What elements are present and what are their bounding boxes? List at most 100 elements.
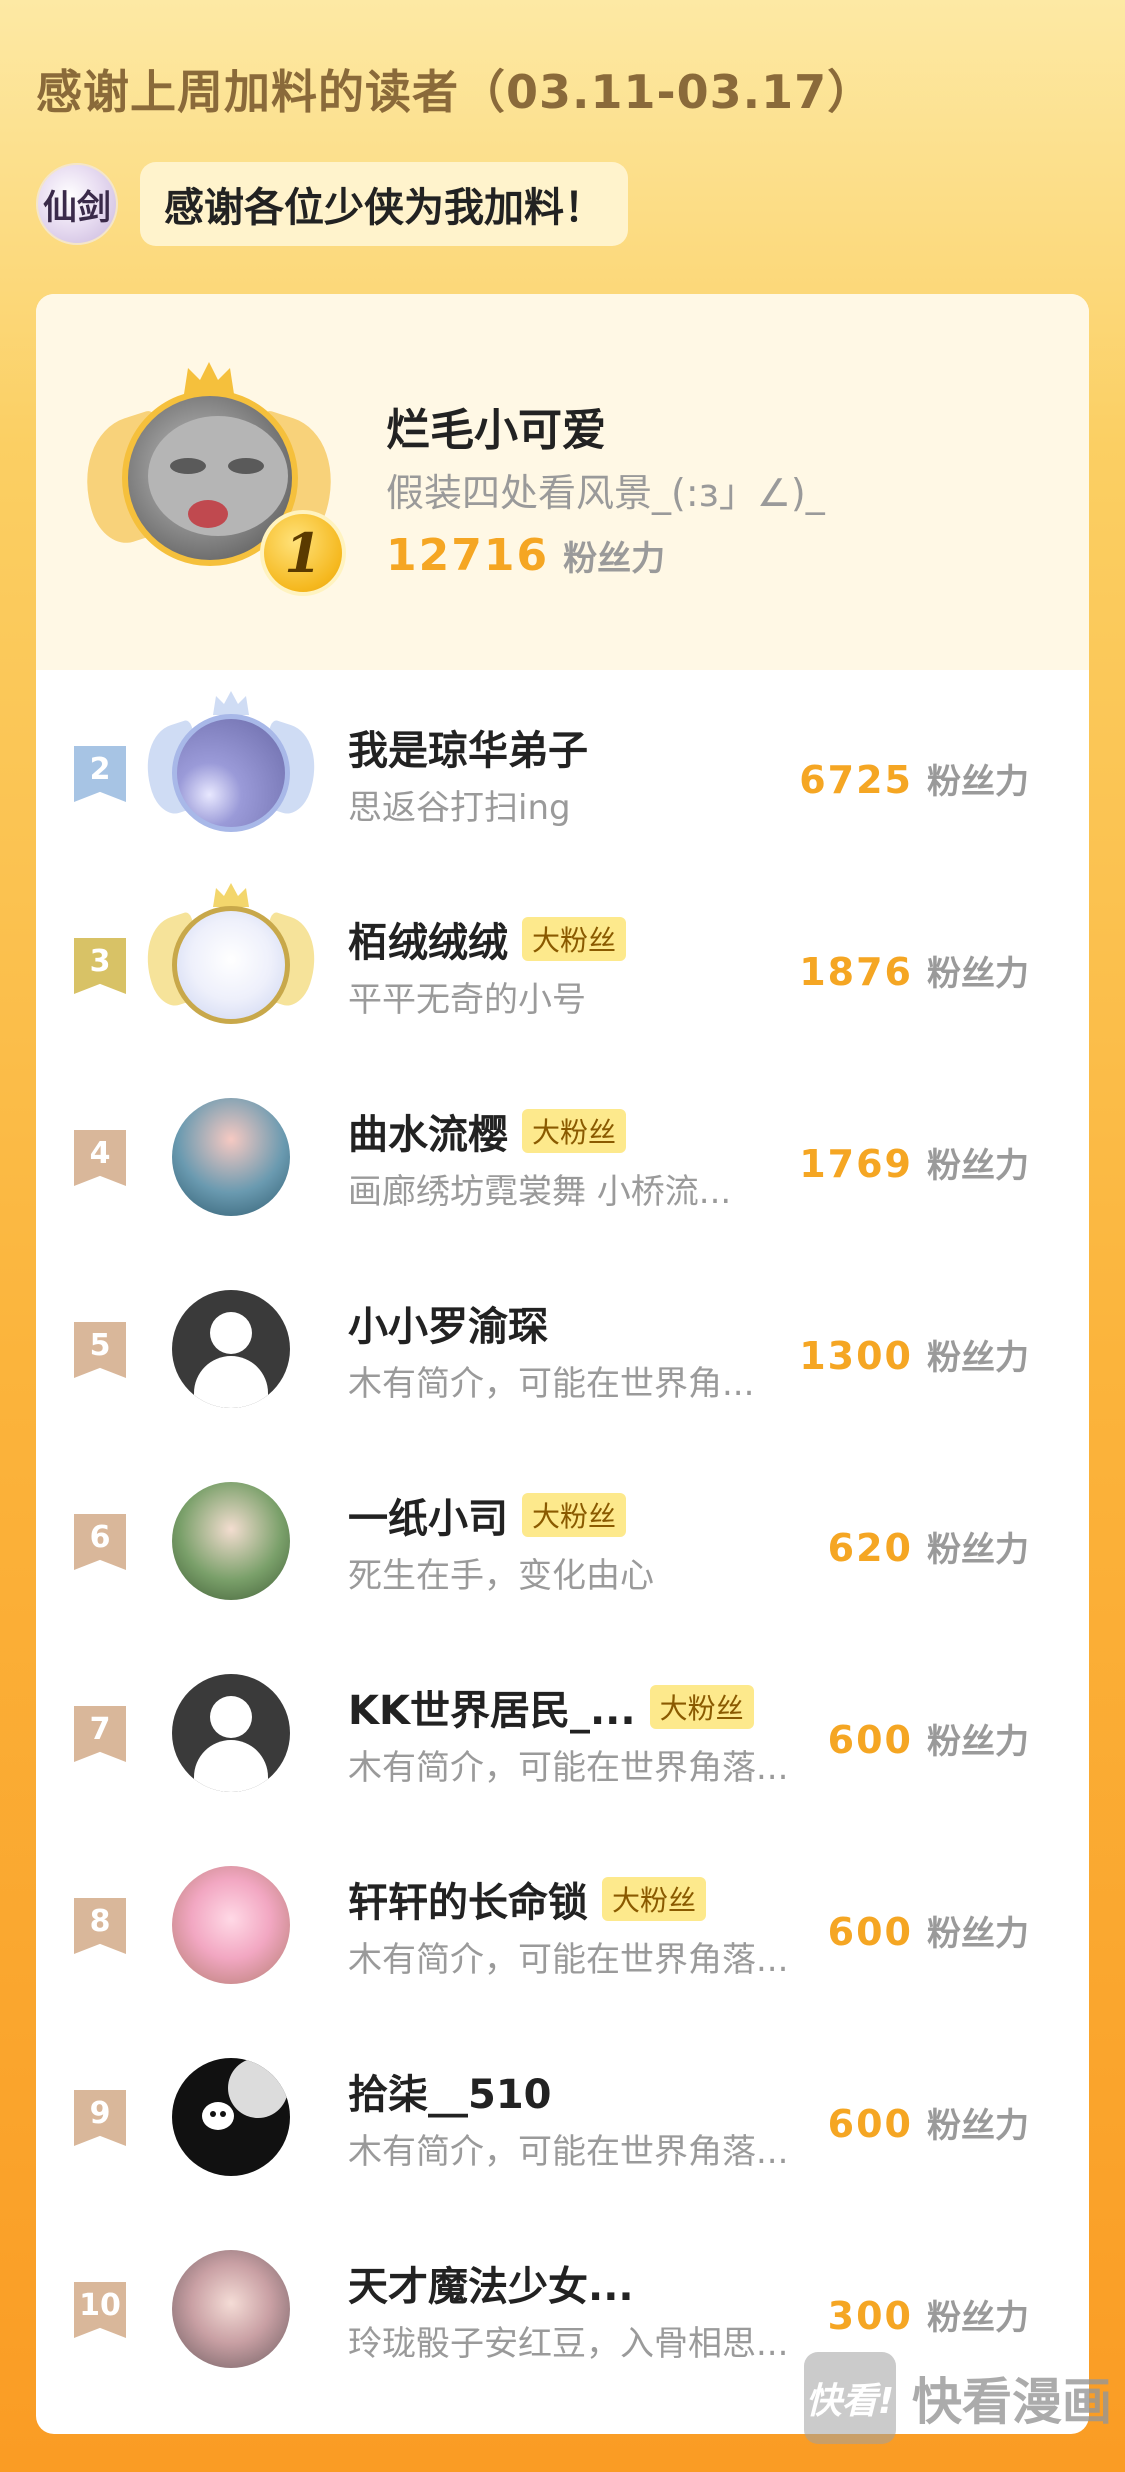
fan-bio: 画廊绣坊霓裳舞 小桥流... [348, 1172, 732, 1212]
crown-icon [213, 691, 249, 715]
avatar-frame [146, 1472, 316, 1612]
fan-score-unit: 粉丝力 [927, 762, 1029, 802]
fan-row[interactable]: 2 我是琼华弟子 思返谷打扫ing 6725 粉丝力 [36, 670, 1089, 862]
fan-name-row: 我是琼华弟子 [348, 718, 588, 776]
rank-flag: 5 [74, 1322, 126, 1378]
fan-name-row: 栢绒绒绒 大粉丝 [348, 910, 627, 968]
fan-bio: 平平无奇的小号 [348, 980, 586, 1020]
fan-name: KK世界居民_... [348, 1688, 636, 1734]
top-fan-score-row: 12716 粉丝力 [386, 530, 665, 581]
fan-row[interactable]: 9 拾柒__510 木有简介，可能在世界角落... 600 粉丝力 [36, 2014, 1089, 2206]
top-fan-score: 12716 [386, 530, 550, 581]
fan-name: 拾柒__510 [348, 2072, 552, 2118]
watermark-text: 快看漫画 [912, 2373, 1112, 2431]
fan-score: 600 [827, 1718, 913, 1762]
fan-row[interactable]: 8 轩轩的长命锁 大粉丝 木有简介，可能在世界角落... 600 粉丝力 [36, 1822, 1089, 2014]
fan-score-box: 600 粉丝力 [828, 1906, 1029, 1955]
app-watermark: 快看! 快看漫画 [804, 2352, 1112, 2444]
author-avatar[interactable]: 仙剑 [36, 163, 118, 245]
author-message-row: 仙剑 感谢各位少侠为我加料！ [36, 160, 628, 248]
fan-bio: 木有简介，可能在世界角落... [348, 2132, 789, 2172]
fan-score: 300 [827, 2294, 913, 2338]
author-message-bubble: 感谢各位少侠为我加料！ [140, 162, 628, 246]
fan-score: 1300 [799, 1334, 913, 1378]
fan-score: 1876 [799, 950, 913, 994]
page-title: 感谢上周加料的读者（03.11-03.17） [36, 65, 875, 119]
fan-bio: 玲珑骰子安红豆，入骨相思... [348, 2324, 789, 2364]
default-avatar-icon[interactable] [172, 1290, 290, 1408]
fan-score-unit: 粉丝力 [927, 954, 1029, 994]
avatar-frame [146, 1664, 316, 1804]
fan-score-box: 1769 粉丝力 [799, 1138, 1029, 1187]
fan-score-box: 1300 粉丝力 [799, 1330, 1029, 1379]
fan-bio: 木有简介，可能在世界角落... [348, 1940, 789, 1980]
avatar-frame [146, 1088, 316, 1228]
rank-flag: 8 [74, 1898, 126, 1954]
fan-name: 轩轩的长命锁 [348, 1880, 588, 1926]
fan-score-unit: 粉丝力 [927, 2106, 1029, 2146]
fan-bio: 木有简介，可能在世界角落... [348, 1748, 789, 1788]
fan-score: 600 [827, 1910, 913, 1954]
fan-row[interactable]: 7 KK世界居民_... 大粉丝 木有简介，可能在世界角落... 600 粉丝力 [36, 1630, 1089, 1822]
avatar[interactable] [172, 2250, 290, 2368]
fan-row[interactable]: 3 栢绒绒绒 大粉丝 平平无奇的小号 1876 粉丝力 [36, 862, 1089, 1054]
rank-1-medal: 1 [260, 510, 346, 596]
fan-name-row: 轩轩的长命锁 大粉丝 [348, 1870, 707, 1928]
crown-icon [213, 883, 249, 907]
fan-score-unit: 粉丝力 [927, 1914, 1029, 1954]
fan-name: 天才魔法少女... [348, 2264, 634, 2310]
fan-score: 1769 [799, 1142, 913, 1186]
avatar-frame [146, 2240, 316, 2380]
avatar-frame [134, 883, 328, 1036]
default-avatar-icon[interactable] [172, 1674, 290, 1792]
rank-flag: 4 [74, 1130, 126, 1186]
avatar[interactable] [172, 1482, 290, 1600]
top-fan-name: 烂毛小可爱 [386, 405, 606, 456]
fan-list: 2 我是琼华弟子 思返谷打扫ing 6725 粉丝力 3 栢绒绒绒 大粉丝 平平… [36, 670, 1089, 2398]
fan-bio: 死生在手，变化由心 [348, 1556, 654, 1596]
fan-score-unit: 粉丝力 [927, 1146, 1029, 1186]
fan-bio: 木有简介，可能在世界角... [348, 1364, 755, 1404]
fan-score-box: 1876 粉丝力 [799, 946, 1029, 995]
fan-score-unit: 粉丝力 [927, 1530, 1029, 1570]
fan-name: 我是琼华弟子 [348, 728, 588, 774]
top-fan-section[interactable]: 1 烂毛小可爱 假装四处看风景_(:з」∠)_ 12716 粉丝力 [36, 294, 1089, 670]
fan-name: 一纸小司 [348, 1496, 508, 1542]
big-fan-badge: 大粉丝 [649, 1685, 754, 1729]
fan-score-box: 600 粉丝力 [828, 1714, 1029, 1763]
fan-name-row: 拾柒__510 [348, 2062, 552, 2120]
fan-name-row: 天才魔法少女... [348, 2254, 634, 2312]
fan-row[interactable]: 6 一纸小司 大粉丝 死生在手，变化由心 620 粉丝力 [36, 1438, 1089, 1630]
rank-flag: 6 [74, 1514, 126, 1570]
top-fan-avatar-frame: 1 [67, 360, 351, 596]
fan-row[interactable]: 5 小小罗渝琛 木有简介，可能在世界角... 1300 粉丝力 [36, 1246, 1089, 1438]
big-fan-badge: 大粉丝 [522, 1493, 627, 1537]
fan-row[interactable]: 4 曲水流樱 大粉丝 画廊绣坊霓裳舞 小桥流... 1769 粉丝力 [36, 1054, 1089, 1246]
avatar[interactable] [172, 906, 290, 1024]
fan-score-box: 600 粉丝力 [828, 2098, 1029, 2147]
rank-flag: 9 [74, 2090, 126, 2146]
avatar[interactable] [172, 1098, 290, 1216]
top-fan-score-unit: 粉丝力 [563, 539, 666, 579]
avatar-frame [146, 2048, 316, 2188]
fan-name: 曲水流樱 [348, 1112, 508, 1158]
rank-flag: 2 [74, 746, 126, 802]
avatar-frame [146, 1280, 316, 1420]
fan-score-unit: 粉丝力 [927, 1722, 1029, 1762]
big-fan-badge: 大粉丝 [522, 917, 627, 961]
fan-score: 6725 [799, 758, 913, 802]
rank-flag: 3 [74, 938, 126, 994]
fan-score: 600 [827, 2102, 913, 2146]
avatar[interactable] [172, 1866, 290, 1984]
fan-score-box: 300 粉丝力 [828, 2290, 1029, 2339]
fan-bio: 思返谷打扫ing [348, 788, 571, 828]
fan-ranking-card: 1 烂毛小可爱 假装四处看风景_(:з」∠)_ 12716 粉丝力 2 我是琼华… [36, 294, 1089, 2434]
fan-score: 620 [827, 1526, 913, 1570]
fan-name: 小小罗渝琛 [348, 1304, 548, 1350]
fan-score-unit: 粉丝力 [927, 2298, 1029, 2338]
avatar[interactable] [172, 2058, 290, 2176]
fan-name-row: 一纸小司 大粉丝 [348, 1486, 627, 1544]
fan-score-box: 620 粉丝力 [828, 1522, 1029, 1571]
avatar[interactable] [172, 714, 290, 832]
fan-score-unit: 粉丝力 [927, 1338, 1029, 1378]
